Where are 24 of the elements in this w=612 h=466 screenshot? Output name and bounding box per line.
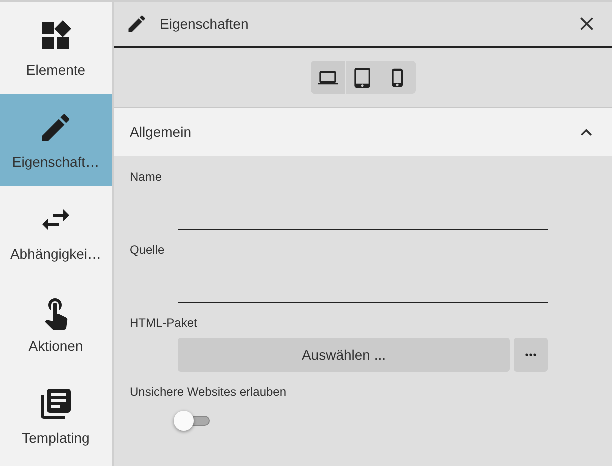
sidebar-label: Abhängigkei… [10, 246, 102, 262]
section-header[interactable]: Allgemein [114, 108, 612, 156]
section-title: Allgemein [130, 124, 192, 140]
sidebar-label: Elemente [26, 62, 86, 78]
sidebar-item[interactable]: Aktionen [0, 278, 112, 370]
sidebar-item[interactable]: Eigenschaft… [0, 94, 112, 186]
more-icon [525, 353, 537, 357]
sidebar-label: Templating [22, 430, 90, 446]
sidebar-label: Aktionen [28, 338, 84, 354]
sidebar-label: Eigenschaft… [12, 154, 100, 170]
select-button[interactable]: Auswählen ... [178, 338, 510, 372]
field-label: HTML-Paket [130, 316, 198, 330]
field-label: Unsichere Websites erlauben [130, 385, 288, 399]
panel-title: Eigenschaften [160, 16, 250, 32]
sidebar-item[interactable]: Templating [0, 370, 112, 462]
pencil-icon [126, 13, 148, 35]
laptop-button[interactable] [310, 61, 346, 94]
tablet-icon [353, 68, 373, 88]
library-icon [38, 386, 74, 422]
sidebar-item[interactable]: Elemente [0, 2, 112, 94]
field-label: Name [130, 170, 164, 184]
chevron-icon [581, 128, 592, 136]
field-label: Quelle [130, 243, 166, 257]
sidebar-item[interactable]: Abhängigkei… [0, 186, 112, 278]
